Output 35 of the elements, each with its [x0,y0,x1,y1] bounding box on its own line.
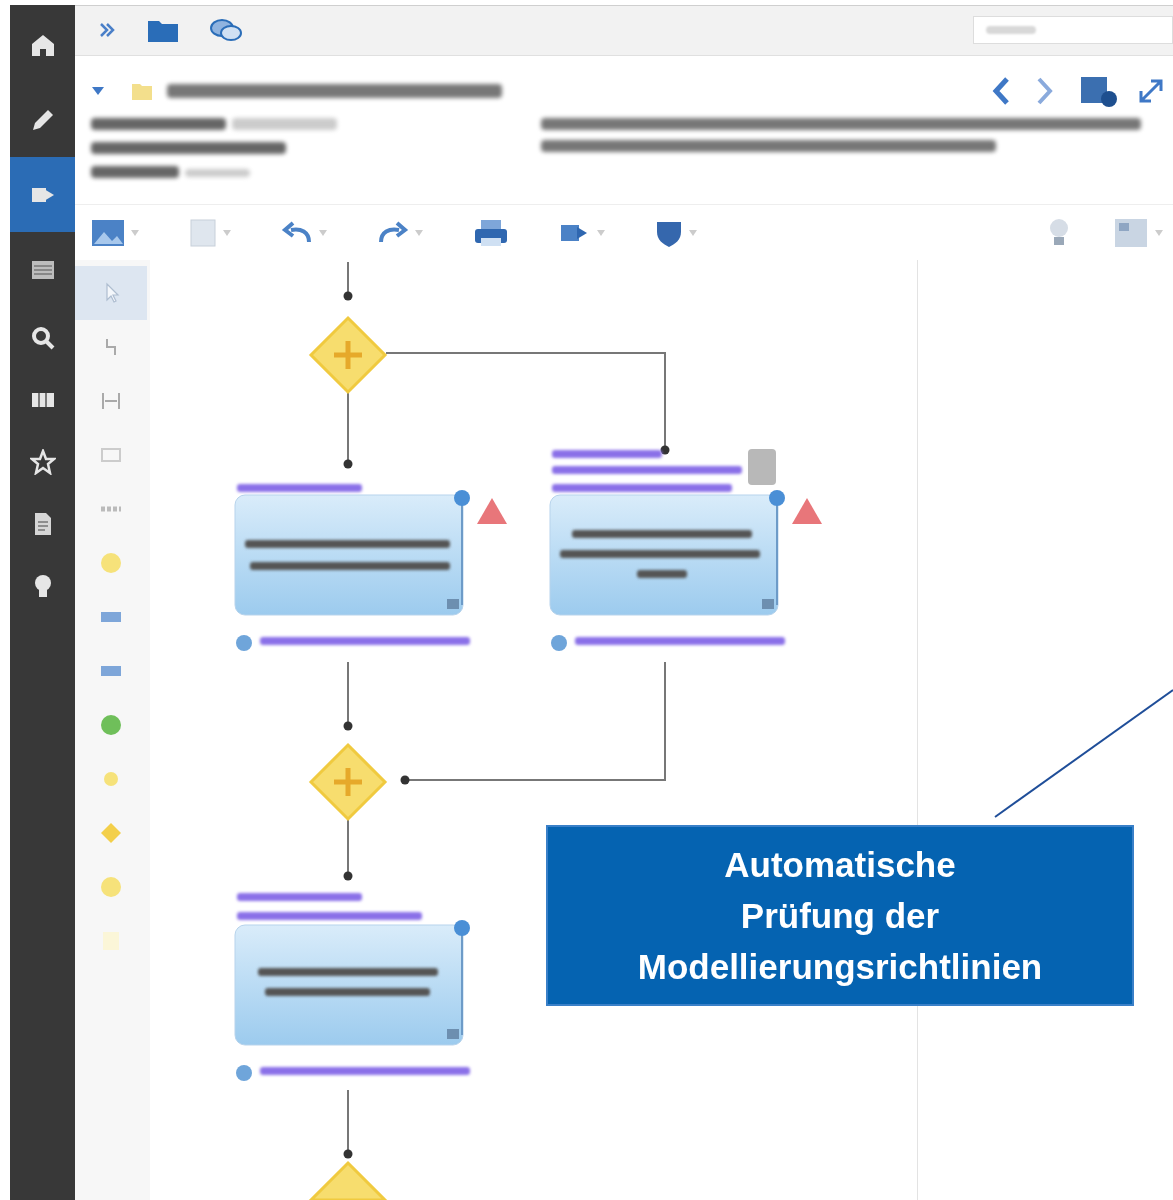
connector-arrow [343,261,353,301]
data-object-icon [551,635,567,651]
search-field[interactable] [973,16,1173,45]
caret-icon[interactable] [597,229,605,236]
sidebar-item[interactable] [10,157,75,232]
blurred-text [185,168,250,177]
caret-icon[interactable] [319,229,327,236]
callout-text: Automatische Prüfung der Modellierungsrichtlinien [637,844,1043,988]
caret-icon[interactable] [689,229,697,236]
data-object-icon [236,635,252,651]
caret-icon[interactable] [223,229,231,236]
caret-icon[interactable] [415,229,423,236]
caret-icon[interactable] [131,229,139,236]
diamond-icon [99,821,123,845]
image-icon[interactable] [91,217,125,248]
print-icon[interactable] [473,217,509,248]
status-circle-icon [99,713,123,737]
blurred-text [637,570,687,578]
connector-arrow [343,819,353,881]
data-object-icon [236,1065,252,1081]
caret-icon[interactable] [1155,229,1163,236]
warning-icon[interactable] [792,498,822,524]
info-dot-icon[interactable] [454,490,470,506]
connector-arrow [343,1089,353,1159]
dashed-line-icon [99,506,123,512]
search-icon [29,325,56,351]
chat-bubbles-icon[interactable] [209,17,243,44]
event-circle-icon [99,875,123,899]
star-icon [29,449,56,475]
collapse-caret-icon[interactable] [91,84,105,97]
warning-icon[interactable] [477,498,507,524]
info-dot-icon[interactable] [769,490,785,506]
connector-arrow [343,661,353,731]
info-dot-icon[interactable] [454,920,470,936]
event-circle-icon [99,551,123,575]
